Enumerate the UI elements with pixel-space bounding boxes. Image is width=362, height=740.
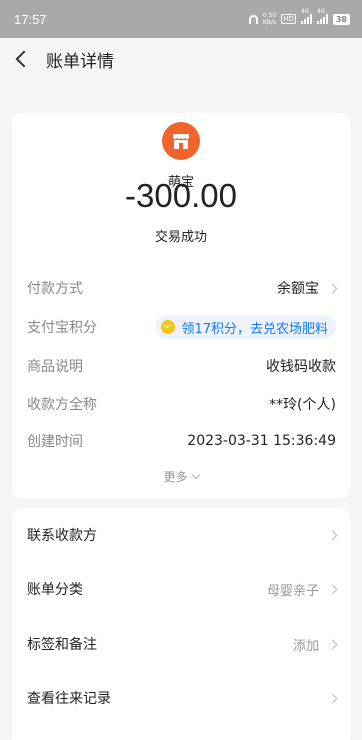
chevron-right-icon	[327, 584, 338, 594]
points-label: 支付宝积分	[27, 320, 97, 336]
status-icons: 0.50 KB/s HD 4G 4G 38	[248, 8, 350, 26]
bill-category-label: 账单分类	[27, 582, 83, 598]
more-button[interactable]: 更多	[12, 468, 350, 485]
payee-value: **玲(个人)	[269, 397, 336, 413]
chevron-right-icon	[327, 530, 338, 540]
shop-icon	[162, 122, 200, 160]
back-icon[interactable]	[15, 50, 33, 68]
payment-method-value[interactable]: 余额宝	[277, 278, 338, 298]
coin-icon	[161, 320, 176, 334]
signal-icon-2: 4G	[316, 8, 328, 24]
network-speed: 0.50 KB/s	[262, 12, 277, 26]
chevron-down-icon	[191, 470, 200, 480]
tags-notes-row[interactable]: 标签和备注 添加	[12, 624, 350, 664]
points-pill[interactable]: 领17积分，去兑农场肥料	[155, 315, 336, 339]
actions-card: 联系收款方 账单分类 母婴亲子 标签和备注 添加 查看往来记录	[12, 508, 350, 740]
history-label: 查看往来记录	[27, 691, 111, 707]
nav-bar: 账单详情	[0, 38, 362, 80]
points-row: 支付宝积分 领17积分，去兑农场肥料	[12, 315, 350, 339]
contact-payee-label: 联系收款方	[27, 528, 97, 544]
product-row: 商品说明 收钱码收款	[12, 355, 350, 377]
history-row[interactable]: 查看往来记录	[12, 678, 350, 718]
transaction-amount: -300.00	[125, 177, 237, 214]
status-bar: 17:57 0.50 KB/s HD 4G 4G 38	[0, 0, 362, 38]
bill-detail-card: 萌宝 -300.00 交易成功 付款方式 余额宝 支付宝积分 领17积分，去兑农…	[12, 113, 350, 498]
product-label: 商品说明	[27, 359, 83, 375]
status-time: 17:57	[14, 11, 47, 27]
transaction-status: 交易成功	[154, 230, 207, 245]
payee-label: 收款方全称	[27, 397, 97, 413]
created-time-label: 创建时间	[27, 434, 83, 450]
headphone-icon	[248, 14, 258, 24]
hd-badge: HD	[281, 14, 296, 24]
payment-method-row[interactable]: 付款方式 余额宝	[12, 277, 350, 299]
bill-category-value: 母婴亲子	[266, 583, 319, 599]
chevron-right-icon	[327, 639, 338, 649]
signal-icon: 4G	[300, 8, 312, 24]
chevron-right-icon	[327, 283, 338, 293]
payment-method-label: 付款方式	[27, 281, 83, 297]
contact-payee-row[interactable]: 联系收款方	[12, 515, 350, 555]
chevron-right-icon	[327, 693, 338, 703]
product-value: 收钱码收款	[266, 359, 336, 375]
points-pill-wrap[interactable]: 领17积分，去兑农场肥料	[155, 315, 336, 339]
created-time-value: 2023-03-31 15:36:49	[187, 433, 336, 449]
battery-icon: 38	[332, 13, 350, 25]
bill-category-row[interactable]: 账单分类 母婴亲子	[12, 569, 350, 609]
page-title: 账单详情	[46, 51, 114, 72]
tags-notes-label: 标签和备注	[27, 637, 97, 653]
payee-row: 收款方全称 **玲(个人)	[12, 393, 350, 415]
tags-notes-value: 添加	[292, 638, 319, 654]
created-time-row: 创建时间 2023-03-31 15:36:49	[12, 430, 350, 452]
